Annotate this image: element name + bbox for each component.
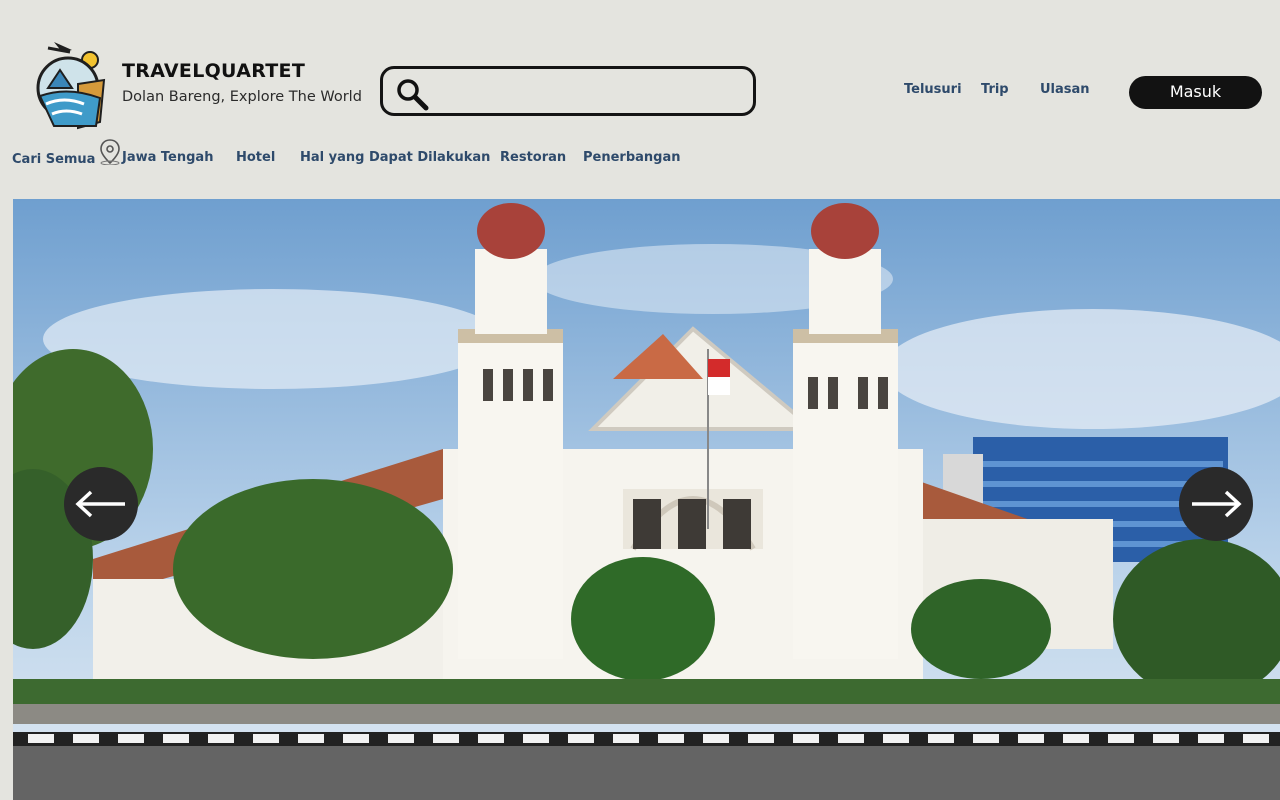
brand-tagline: Dolan Bareng, Explore The World (122, 89, 362, 105)
subnav-hotel[interactable]: Hotel (236, 150, 275, 165)
carousel-next-button[interactable] (1179, 467, 1253, 541)
nav-telusuri[interactable]: Telusuri (904, 82, 962, 97)
nav-ulasan[interactable]: Ulasan (1040, 82, 1090, 97)
arrow-right-icon (1192, 490, 1242, 518)
travelquartet-logo[interactable] (34, 38, 110, 130)
arrow-left-icon (75, 490, 125, 518)
login-button[interactable]: Masuk (1129, 76, 1262, 109)
search-box[interactable] (380, 66, 756, 116)
search-icon[interactable] (395, 77, 429, 111)
nav-trip[interactable]: Trip (981, 82, 1009, 97)
subnav-restoran[interactable]: Restoran (500, 150, 566, 165)
subnav-cari-semua[interactable]: Cari Semua (12, 152, 95, 167)
search-input[interactable] (439, 78, 743, 108)
subnav-things-to-do[interactable]: Hal yang Dapat Dilakukan (300, 150, 490, 165)
hero-image (13, 199, 1280, 800)
subnav-location[interactable]: Jawa Tengah (122, 150, 213, 165)
brand-name: TRAVELQUARTET (122, 60, 306, 82)
subnav-penerbangan[interactable]: Penerbangan (583, 150, 681, 165)
carousel-prev-button[interactable] (64, 467, 138, 541)
map-pin-icon (100, 139, 120, 165)
